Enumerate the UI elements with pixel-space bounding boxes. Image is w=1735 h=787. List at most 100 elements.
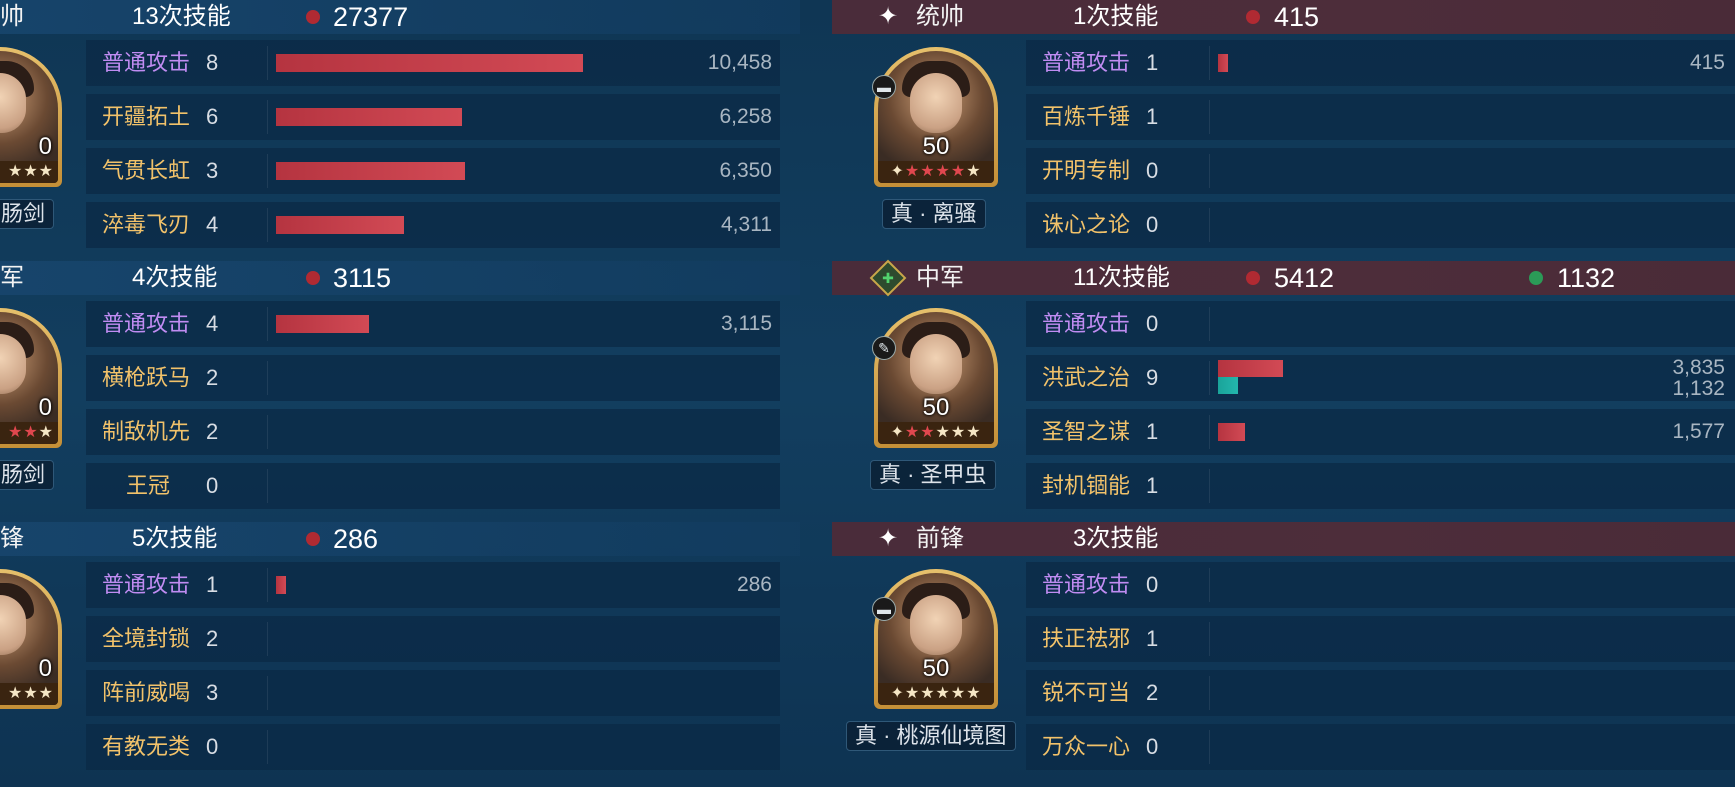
- hero-level: 50: [922, 394, 950, 421]
- skill-name: 普通攻击: [1042, 572, 1131, 597]
- skill-name: 开疆拓土: [102, 104, 191, 129]
- damage-dot-icon: [306, 10, 320, 24]
- damage-total: 286: [333, 524, 379, 554]
- skill-row: 普通攻击 0: [1026, 301, 1735, 347]
- hero-portrait[interactable]: 50 ✦★★★★★: [874, 308, 998, 448]
- role-label: 锋: [0, 525, 24, 552]
- skill-row: 普通攻击 8 10,458: [86, 40, 780, 86]
- damage-dot-icon: [1246, 10, 1260, 24]
- hero-level: 50: [922, 655, 950, 682]
- equipped-item-tag[interactable]: 真 · 桃源仙境图: [846, 721, 1016, 751]
- skill-row: 王冠 0: [86, 463, 780, 509]
- equipped-item-tag[interactable]: 真 · 离骚: [882, 199, 986, 229]
- role-label: 统帅: [916, 3, 964, 30]
- skill-name: 普通攻击: [102, 572, 191, 597]
- skill-uses: 0: [1146, 212, 1159, 237]
- skill-name: 封机锢能: [1042, 473, 1131, 498]
- damage-value: 4,311: [721, 213, 772, 236]
- equipped-item-tag[interactable]: 鱼肠剑: [0, 199, 55, 229]
- skill-count: 4次技能: [132, 264, 218, 291]
- equipped-item-tag[interactable]: 真 · 圣甲虫: [870, 460, 996, 490]
- star-rating: ★★★: [0, 422, 58, 444]
- right-team-column: ✦ 统帅 1次技能 415 50 ✦★★★★★ ▬ 真 · 离骚 普通攻击 1 …: [832, 0, 1735, 787]
- skill-name: 普通攻击: [102, 311, 191, 336]
- damage-value: 10,458: [707, 51, 772, 74]
- skill-name: 锐不可当: [1042, 680, 1131, 705]
- troop-type-icon: ▬: [872, 597, 896, 621]
- skill-row: 制敌机先 2: [86, 409, 780, 455]
- damage-bar: [1218, 360, 1283, 377]
- role-label: 军: [0, 264, 24, 291]
- damage-dot-icon: [306, 271, 320, 285]
- role-label: 中军: [916, 264, 964, 291]
- skill-name: 制敌机先: [102, 419, 191, 444]
- damage-bar: [1218, 54, 1228, 72]
- hero-level: 0: [38, 133, 52, 160]
- skill-count: 5次技能: [132, 525, 218, 552]
- skill-uses: 0: [206, 473, 219, 498]
- skill-name: 万众一心: [1042, 734, 1131, 759]
- damage-total: 3115: [333, 263, 392, 293]
- damage-value: 6,258: [719, 105, 772, 128]
- hero-image: 50 ✦★★★★★: [878, 51, 994, 183]
- skill-name: 气贯长虹: [102, 158, 191, 183]
- skill-name: 淬毒飞刃: [102, 212, 191, 237]
- role-label: 帅: [0, 3, 24, 30]
- skill-row: 气贯长虹 3 6,350: [86, 148, 780, 194]
- skill-row: 洪武之治 9 3,835 1,132: [1026, 355, 1735, 401]
- hero-portrait[interactable]: 0 ★★★: [0, 308, 62, 448]
- skill-name: 王冠: [126, 473, 171, 498]
- skill-uses: 0: [1146, 734, 1159, 759]
- skill-name: 洪武之治: [1042, 365, 1131, 390]
- skill-uses: 1: [1146, 104, 1159, 129]
- skill-uses: 2: [206, 365, 219, 390]
- unit-header: 军 4次技能 3115: [0, 261, 800, 295]
- hero-level: 50: [922, 133, 950, 160]
- hero-portrait[interactable]: 50 ✦★★★★★: [874, 47, 998, 187]
- skill-name: 普通攻击: [1042, 311, 1131, 336]
- sparkle-icon: ✦: [878, 525, 899, 552]
- skill-row: 开疆拓土 6 6,258: [86, 94, 780, 140]
- hero-portrait[interactable]: 50 ✦★★★★★: [874, 569, 998, 709]
- skill-row: 阵前威喝 3: [86, 670, 780, 716]
- damage-value: 415: [1689, 51, 1725, 74]
- damage-value: 286: [736, 573, 772, 596]
- hero-portrait[interactable]: 0 ★★★: [0, 47, 62, 187]
- skill-uses: 1: [1146, 626, 1159, 651]
- healer-heart-icon: ✚: [869, 259, 907, 297]
- star-rating: ✦★★★★★: [878, 161, 994, 183]
- skill-name: 普通攻击: [1042, 50, 1131, 75]
- skill-uses: 0: [1146, 158, 1159, 183]
- damage-dot-icon: [306, 532, 320, 546]
- damage-value: 3,835: [1672, 356, 1725, 379]
- unit-panel-center: 军 4次技能 3115 0 ★★★ 鱼肠剑 普通攻击 4 3,115 横枪跃马 …: [0, 261, 800, 522]
- damage-bar: [276, 576, 286, 594]
- star-rating: ★★★: [0, 683, 58, 705]
- skill-count: 3次技能: [1073, 525, 1159, 552]
- damage-total: 415: [1274, 2, 1320, 32]
- skill-uses: 6: [206, 104, 219, 129]
- skill-name: 横枪跃马: [102, 365, 191, 390]
- skill-row: 锐不可当 2: [1026, 670, 1735, 716]
- skill-uses: 4: [206, 311, 219, 336]
- equipped-item-tag[interactable]: 鱼肠剑: [0, 460, 55, 490]
- unit-header: 帅 13次技能 27377: [0, 0, 800, 34]
- unit-header: 锋 5次技能 286: [0, 522, 800, 556]
- damage-dot-icon: [1246, 271, 1260, 285]
- skill-name: 百炼千锤: [1042, 104, 1131, 129]
- skill-row: 普通攻击 1 286: [86, 562, 780, 608]
- damage-bar: [276, 216, 404, 234]
- heal-total: 1132: [1557, 263, 1616, 293]
- hero-portrait[interactable]: 0 ★★★: [0, 569, 62, 709]
- skill-uses: 0: [206, 734, 219, 759]
- skill-uses: 4: [206, 212, 219, 237]
- hero-level: 0: [38, 655, 52, 682]
- skill-row: 淬毒飞刃 4 4,311: [86, 202, 780, 248]
- skill-row: 开明专制 0: [1026, 148, 1735, 194]
- hero-image: 0 ★★★: [0, 312, 58, 444]
- damage-bar: [276, 54, 583, 72]
- hero-image: 0 ★★★: [0, 51, 58, 183]
- unit-header: ✚ 中军 11次技能 5412 1132: [832, 259, 1735, 297]
- skill-row: 普通攻击 0: [1026, 562, 1735, 608]
- skill-count: 1次技能: [1073, 3, 1159, 30]
